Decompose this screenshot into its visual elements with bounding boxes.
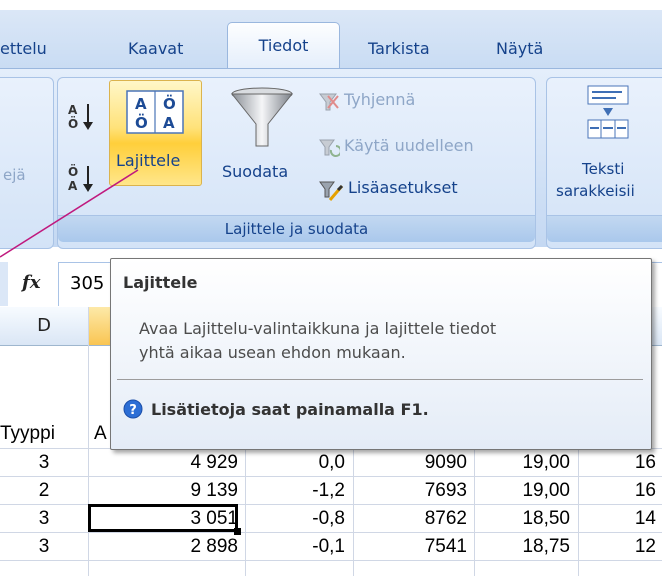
cell-d[interactable]: 3 [0, 533, 88, 560]
sort-button[interactable]: A Ö Ö A Lajittele [109, 80, 202, 186]
ribbon-group-partial-left: ejä [0, 77, 54, 249]
svg-text:A: A [68, 179, 78, 193]
sort-dialog-icon: A Ö Ö A [126, 90, 184, 134]
tooltip-body-line-1: Avaa Lajittelu-valintaikkuna ja lajittel… [139, 319, 497, 338]
tab-label: Tarkista [368, 39, 430, 58]
text-to-columns-button[interactable]: Teksti sarakkeisii [552, 80, 662, 210]
tab-kaavat[interactable]: Kaavat [128, 30, 208, 68]
filter-button-label: Suodata [222, 162, 289, 181]
clear-filter-label: Tyhjennä [344, 90, 416, 109]
cell-i[interactable]: 16 [578, 477, 656, 504]
tooltip-body-line-2: yhtä aikaa usean ehdon mukaan. [139, 343, 406, 362]
tab-tiedot[interactable]: Tiedot [227, 22, 340, 69]
reapply-filter-icon [319, 139, 340, 157]
text-to-columns-label-1: Teksti [582, 160, 625, 178]
advanced-filter-button[interactable]: Lisäasetukset [318, 176, 528, 204]
partial-group-text: ejä [3, 166, 26, 184]
cell-d[interactable]: 3 [0, 505, 88, 532]
tab-tarkista[interactable]: Tarkista [368, 30, 458, 68]
clear-filter-icon [319, 93, 339, 111]
header-cell-a[interactable]: A [94, 420, 107, 447]
table-row: 2 9 139 -1,2 7693 19,00 16 [0, 477, 662, 505]
cell-g[interactable]: 9090 [353, 449, 467, 476]
formula-value: 305 [70, 273, 105, 294]
table-row: 3 2 898 -0,1 7541 18,75 12 [0, 533, 662, 561]
sort-tooltip: Lajittele Avaa Lajittelu-valintaikkuna j… [110, 258, 652, 450]
funnel-icon [230, 87, 294, 147]
cell-e[interactable]: 2 898 [88, 533, 238, 560]
cell-d[interactable]: 2 [0, 477, 88, 504]
fx-icon: fx [22, 272, 41, 293]
sort-a-to-z-icon: A Ö [68, 103, 93, 131]
tab-label: ettelu [0, 39, 47, 58]
tab-label: Näytä [496, 39, 544, 58]
fill-handle[interactable] [234, 528, 241, 535]
advanced-filter-icon [319, 181, 344, 201]
cell-g[interactable]: 8762 [353, 505, 467, 532]
text-to-columns-label-2: sarakkeisii [556, 182, 635, 200]
ribbon-tab-bar: ettelu Kaavat Tiedot Tarkista Näytä [0, 0, 662, 69]
cell-f[interactable]: -1,2 [245, 477, 345, 504]
svg-text:Ö: Ö [68, 164, 78, 179]
cell-i[interactable]: 12 [578, 533, 656, 560]
svg-text:A: A [68, 103, 78, 117]
tab-label: Kaavat [128, 39, 184, 58]
cell-e[interactable]: 4 929 [88, 449, 238, 476]
svg-text:Ö: Ö [135, 113, 148, 132]
cell-g[interactable]: 7541 [353, 533, 467, 560]
table-row: 3 4 929 0,0 9090 19,00 16 [0, 449, 662, 477]
clear-filter-button[interactable]: Tyhjennä [318, 88, 528, 116]
sort-z-to-a-icon: Ö A [68, 164, 93, 193]
svg-text:?: ? [129, 403, 137, 418]
data-tools-group-label [547, 215, 662, 242]
cell-i[interactable]: 14 [578, 505, 656, 532]
filter-button[interactable]: Suodata [218, 78, 310, 198]
sort-descending-button[interactable]: Ö A [66, 162, 100, 196]
tab-nayta[interactable]: Näytä [496, 30, 566, 68]
cell-h[interactable]: 18,50 [474, 505, 570, 532]
cell-h[interactable]: 19,00 [474, 449, 570, 476]
cell-h[interactable]: 18,75 [474, 533, 570, 560]
text-to-columns-icon [587, 85, 629, 139]
help-icon: ? [123, 399, 143, 419]
svg-text:A: A [135, 95, 147, 113]
header-cell-tyyppi[interactable]: Tyyppi [0, 420, 55, 447]
cell-e[interactable]: 9 139 [88, 477, 238, 504]
svg-text:Ö: Ö [68, 116, 78, 131]
svg-text:A: A [163, 114, 175, 132]
sort-button-label: Lajittele [116, 151, 181, 170]
advanced-filter-label: Lisäasetukset [348, 178, 458, 197]
reapply-filter-label: Käytä uudelleen [344, 136, 474, 155]
tooltip-title: Lajittele [123, 273, 198, 292]
tab-formulas-partial[interactable]: ettelu [0, 30, 80, 68]
cell-i[interactable]: 16 [578, 449, 656, 476]
cell-h[interactable]: 19,00 [474, 477, 570, 504]
cell-f[interactable]: 0,0 [245, 449, 345, 476]
reapply-filter-button[interactable]: Käytä uudelleen [318, 134, 528, 162]
insert-function-button[interactable]: fx [8, 262, 59, 306]
active-cell-border [88, 504, 238, 532]
cell-f[interactable]: -0,8 [245, 505, 345, 532]
cell-f[interactable]: -0,1 [245, 533, 345, 560]
column-header-d[interactable]: D [0, 307, 89, 345]
tooltip-divider [117, 379, 643, 380]
name-box-edge [0, 262, 8, 306]
tab-label: Tiedot [258, 36, 309, 55]
cell-d[interactable]: 3 [0, 449, 88, 476]
tooltip-help-text: Lisätietoja saat painamalla F1. [151, 400, 429, 419]
sort-filter-group-label: Lajittele ja suodata [58, 215, 535, 242]
svg-text:Ö: Ö [163, 94, 176, 113]
sort-ascending-button[interactable]: A Ö [66, 100, 100, 134]
cell-g[interactable]: 7693 [353, 477, 467, 504]
